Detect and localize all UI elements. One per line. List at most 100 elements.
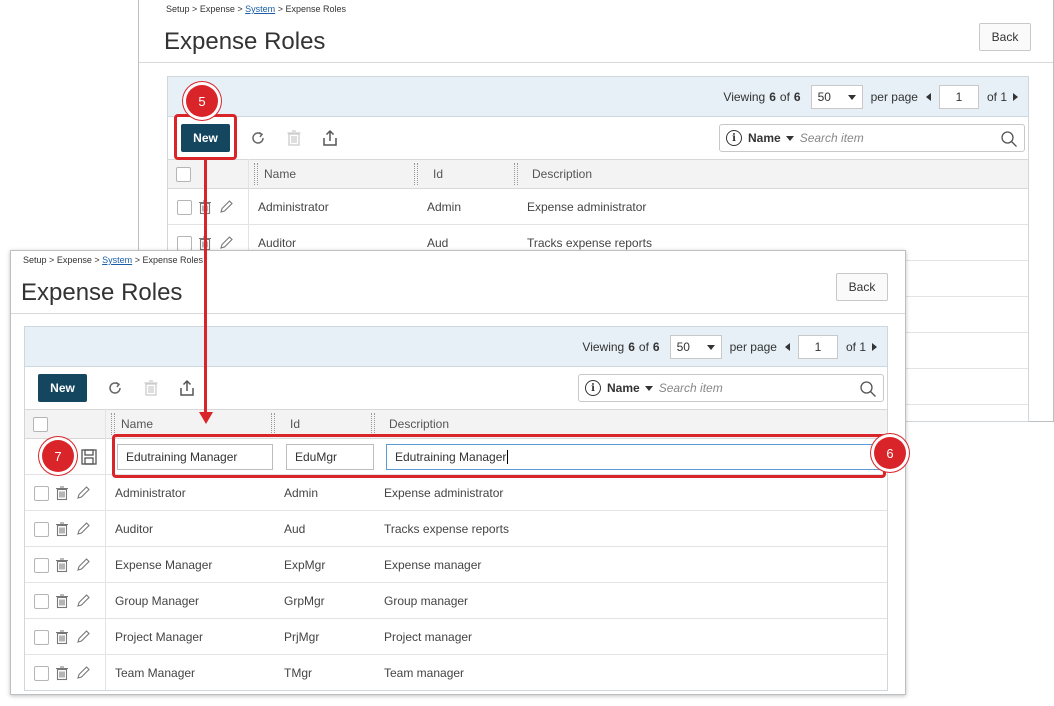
pager-bar: Viewing 6 of 6 50 per page 1 of 1: [168, 77, 1028, 117]
search-icon[interactable]: [1000, 130, 1018, 148]
row-checkbox[interactable]: [34, 557, 49, 573]
new-button[interactable]: New: [38, 374, 87, 402]
search-input[interactable]: Search item: [659, 381, 723, 395]
row-checkbox[interactable]: [34, 629, 49, 645]
trash-icon[interactable]: [54, 485, 70, 501]
table-row[interactable]: Administrator Admin Expense administrato…: [168, 189, 1028, 225]
column-header-description[interactable]: Description: [532, 160, 592, 188]
pencil-icon[interactable]: [75, 665, 91, 681]
breadcrumb-system-link[interactable]: System: [245, 4, 275, 14]
export-icon[interactable]: [177, 378, 197, 398]
column-resize-handle[interactable]: [514, 163, 518, 185]
title-divider: [139, 62, 1053, 63]
trash-icon[interactable]: [54, 593, 70, 609]
breadcrumb: Setup > Expense > System > Expense Roles: [23, 255, 204, 265]
pencil-icon[interactable]: [75, 629, 91, 645]
column-resize-handle[interactable]: [111, 413, 115, 435]
cell-name: Administrator: [258, 200, 329, 214]
column-header-name[interactable]: Name: [264, 160, 296, 188]
table-row[interactable]: Team Manager TMgr Team manager: [25, 655, 887, 690]
trash-icon[interactable]: [54, 521, 70, 537]
refresh-icon[interactable]: [248, 128, 268, 148]
export-icon[interactable]: [320, 128, 340, 148]
cell-id: PrjMgr: [284, 630, 320, 644]
grid-toolbar: New i Name Search item: [25, 367, 887, 409]
trash-icon[interactable]: [54, 557, 70, 573]
breadcrumb-current: Expense Roles: [142, 255, 204, 265]
trash-icon[interactable]: [54, 629, 70, 645]
table-header: Name Id Description: [168, 159, 1028, 189]
save-icon[interactable]: [80, 448, 98, 466]
table-row[interactable]: Expense Manager ExpMgr Expense manager: [25, 547, 887, 583]
row-checkbox[interactable]: [34, 665, 49, 681]
pencil-icon[interactable]: [218, 235, 234, 251]
search-box[interactable]: i Name Search item: [719, 124, 1025, 152]
per-page-select[interactable]: 50: [669, 335, 722, 359]
cell-id: ExpMgr: [284, 558, 326, 572]
column-resize-handle[interactable]: [271, 413, 275, 435]
search-input[interactable]: Search item: [800, 131, 864, 145]
cell-name: Group Manager: [115, 594, 200, 608]
chevron-down-icon: [847, 94, 856, 100]
column-header-id[interactable]: Id: [433, 160, 443, 188]
column-resize-handle[interactable]: [414, 163, 418, 185]
breadcrumb-expense: Expense: [56, 255, 92, 265]
back-button[interactable]: Back: [979, 23, 1031, 51]
search-icon[interactable]: [859, 380, 877, 398]
page-number-input[interactable]: 1: [797, 335, 838, 359]
search-box[interactable]: i Name Search item: [578, 374, 884, 402]
pencil-icon[interactable]: [75, 557, 91, 573]
row-checkbox[interactable]: [177, 235, 192, 251]
callout-arrow: [204, 160, 207, 415]
row-checkbox[interactable]: [34, 593, 49, 609]
table-row[interactable]: Administrator Admin Expense administrato…: [25, 475, 887, 511]
row-checkbox[interactable]: [34, 485, 49, 501]
next-page-icon[interactable]: [872, 343, 877, 351]
row-checkbox[interactable]: [177, 199, 192, 215]
refresh-icon[interactable]: [105, 378, 125, 398]
search-field-selector[interactable]: Name: [607, 381, 640, 395]
cell-description: Team manager: [384, 666, 465, 680]
cell-name: Team Manager: [115, 666, 196, 680]
cell-name: Administrator: [115, 486, 186, 500]
step-5-badge: 5: [186, 85, 218, 117]
cell-id: Aud: [284, 522, 306, 536]
next-page-icon[interactable]: [1013, 93, 1018, 101]
select-all-checkbox[interactable]: [33, 416, 48, 432]
callout-arrow-head: [199, 412, 213, 424]
table-row[interactable]: Auditor Aud Tracks expense reports: [25, 511, 887, 547]
breadcrumb-setup: Setup: [166, 4, 190, 14]
per-page-select[interactable]: 50: [810, 85, 863, 109]
pencil-icon[interactable]: [75, 521, 91, 537]
column-resize-handle[interactable]: [371, 413, 375, 435]
breadcrumb-system-link[interactable]: System: [102, 255, 132, 265]
trash-icon[interactable]: [54, 665, 70, 681]
prev-page-icon[interactable]: [925, 93, 931, 101]
pencil-icon[interactable]: [75, 593, 91, 609]
table-row[interactable]: Project Manager PrjMgr Project manager: [25, 619, 887, 655]
search-field-selector[interactable]: Name: [748, 131, 781, 145]
back-button[interactable]: Back: [836, 273, 888, 301]
cell-description: Project manager: [384, 630, 473, 644]
chevron-down-icon[interactable]: [644, 385, 653, 391]
select-all-checkbox[interactable]: [176, 166, 191, 182]
cell-name: Project Manager: [115, 630, 204, 644]
prev-page-icon[interactable]: [784, 343, 790, 351]
chevron-down-icon[interactable]: [785, 135, 794, 141]
page-title: Expense Roles: [21, 279, 183, 306]
row-checkbox[interactable]: [34, 521, 49, 537]
title-divider: [11, 313, 905, 314]
page-number-input[interactable]: 1: [938, 85, 979, 109]
cell-id: TMgr: [284, 666, 312, 680]
table-row[interactable]: Group Manager GrpMgr Group manager: [25, 583, 887, 619]
cell-description: Group manager: [384, 594, 469, 608]
grid-toolbar: New i Name Search item: [168, 117, 1028, 159]
breadcrumb-expense: Expense: [199, 4, 235, 14]
pencil-icon[interactable]: [218, 199, 234, 215]
breadcrumb-current: Expense Roles: [285, 4, 347, 14]
column-resize-handle[interactable]: [254, 163, 258, 185]
pencil-icon[interactable]: [75, 485, 91, 501]
page-title: Expense Roles: [164, 28, 326, 55]
pager: Viewing 6 of 6 50 per page 1 of 1: [582, 335, 877, 359]
chevron-down-icon: [706, 344, 715, 350]
